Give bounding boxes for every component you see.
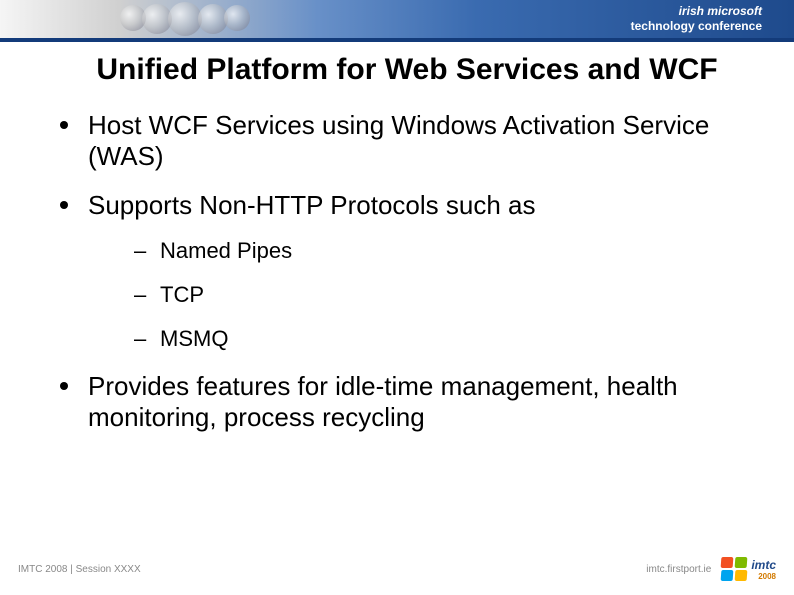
header-conference-name: irish microsoft technology conference: [631, 4, 762, 34]
footer-right: imtc.firstport.ie imtc 2008: [646, 557, 776, 581]
header-bar: irish microsoft technology conference: [0, 0, 794, 38]
bullet-list: Host WCF Services using Windows Activati…: [48, 110, 766, 433]
logo-main: imtc: [751, 558, 776, 572]
footer-session-info: IMTC 2008 | Session XXXX: [18, 564, 141, 575]
sub-list-item: Named Pipes: [134, 238, 766, 264]
bullet-text: Provides features for idle-time manageme…: [88, 371, 678, 432]
slide-content: Unified Platform for Web Services and WC…: [0, 42, 794, 433]
slide-title: Unified Platform for Web Services and WC…: [88, 52, 726, 88]
header-decoration: [120, 0, 300, 38]
sub-bullet-text: TCP: [160, 282, 204, 307]
footer-logo: imtc 2008: [721, 557, 776, 581]
logo-sub: 2008: [751, 572, 776, 581]
footer: IMTC 2008 | Session XXXX imtc.firstport.…: [0, 557, 794, 581]
logo-text: imtc 2008: [751, 558, 776, 581]
list-item: Host WCF Services using Windows Activati…: [60, 110, 766, 172]
list-item: Provides features for idle-time manageme…: [60, 371, 766, 433]
footer-url: imtc.firstport.ie: [646, 564, 711, 575]
sub-list-item: MSMQ: [134, 326, 766, 352]
header-line2: technology conference: [631, 19, 762, 34]
bullet-text: Host WCF Services using Windows Activati…: [88, 110, 709, 171]
sub-bullet-text: MSMQ: [160, 326, 228, 351]
sub-list-item: TCP: [134, 282, 766, 308]
sub-bullet-list: Named Pipes TCP MSMQ: [88, 238, 766, 353]
windows-flag-icon: [721, 557, 747, 581]
header-line1: irish microsoft: [631, 4, 762, 19]
sub-bullet-text: Named Pipes: [160, 238, 292, 263]
list-item: Supports Non-HTTP Protocols such as Name…: [60, 190, 766, 352]
bullet-text: Supports Non-HTTP Protocols such as: [88, 190, 535, 220]
